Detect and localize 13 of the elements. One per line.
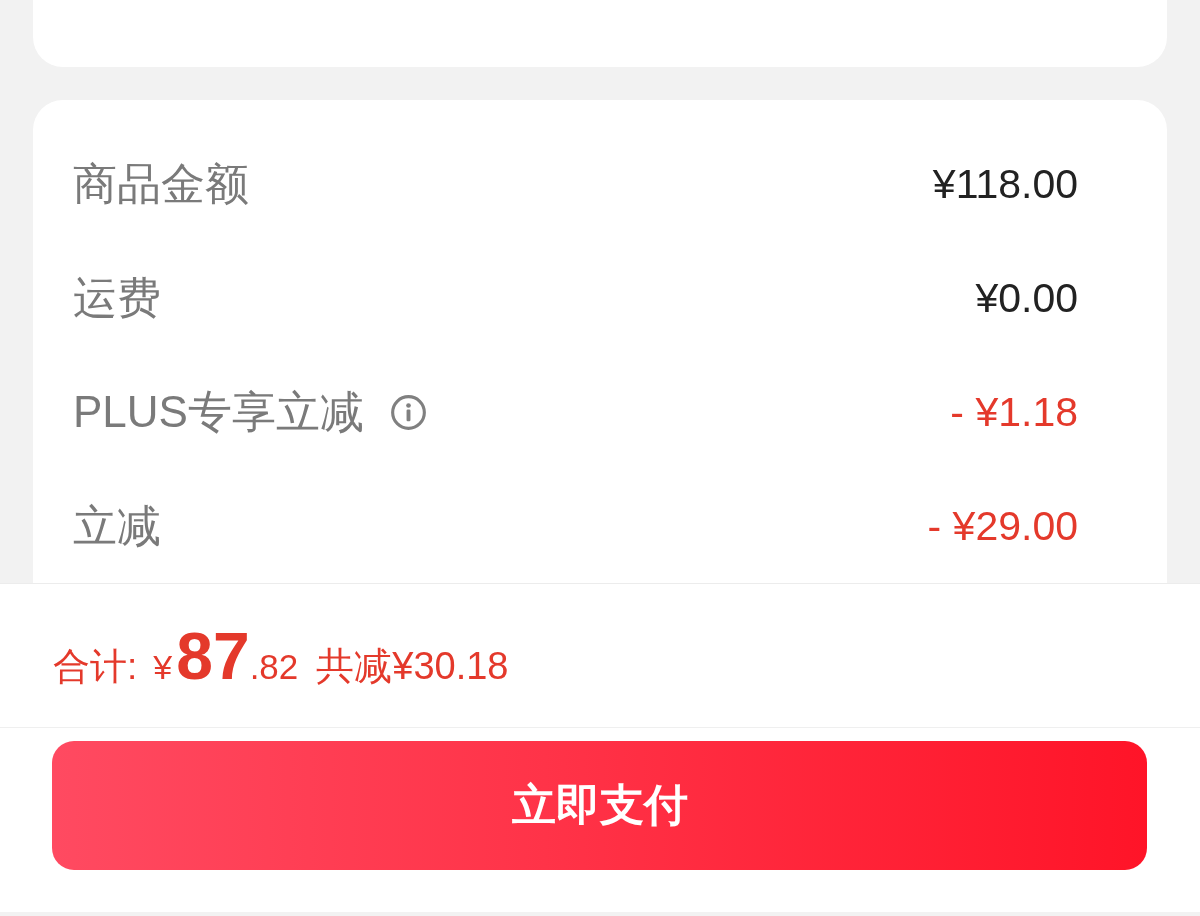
amount-label: 商品金额 bbox=[73, 157, 249, 210]
amount-value: ¥0.00 bbox=[975, 274, 1078, 322]
amount-value: ¥118.00 bbox=[932, 160, 1078, 208]
pay-button[interactable]: 立即支付 bbox=[52, 741, 1147, 870]
total-price: ¥87.82 bbox=[153, 617, 299, 694]
info-icon[interactable] bbox=[390, 394, 426, 430]
amount-value: - ¥29.00 bbox=[927, 502, 1078, 550]
total-label: 合计: bbox=[53, 644, 138, 689]
amount-label: 运费 bbox=[73, 271, 161, 324]
amount-value: - ¥1.18 bbox=[950, 388, 1078, 436]
savings-text: 共减¥30.18 bbox=[316, 643, 509, 689]
amount-label: 立减 bbox=[73, 499, 161, 552]
amount-label: PLUS专享立减 bbox=[73, 385, 364, 438]
